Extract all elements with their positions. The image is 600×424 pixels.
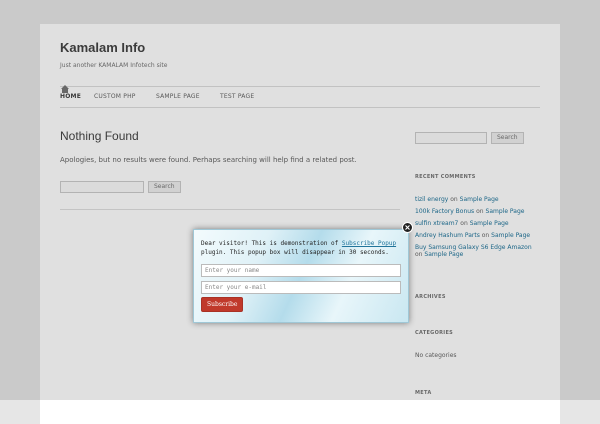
subscribe-popup-link[interactable]: Subscribe Popup [342, 240, 396, 247]
close-icon [405, 225, 410, 230]
email-input[interactable] [201, 281, 401, 294]
popup-message: Dear visitor! This is demonstration of S… [201, 239, 405, 257]
subscribe-button[interactable]: Subscribe [201, 297, 244, 312]
page-overlay [0, 0, 600, 400]
popup-close-button[interactable] [402, 222, 413, 233]
subscribe-popup: Dear visitor! This is demonstration of S… [193, 229, 409, 323]
name-input[interactable] [201, 264, 401, 277]
popup-message-start: Dear visitor! This is demonstration of [201, 240, 342, 247]
popup-message-end: plugin. This popup box will disappear in… [201, 249, 389, 256]
